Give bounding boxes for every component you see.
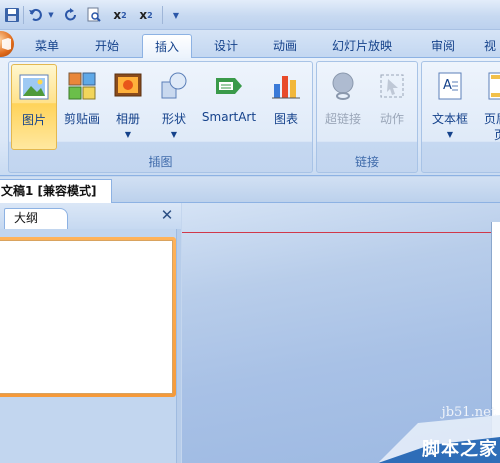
subscript-icon[interactable]: x2 xyxy=(135,6,157,24)
tab-menu[interactable]: 菜单 xyxy=(22,34,72,58)
album-label: 相册 xyxy=(115,112,140,126)
pane-header: 大纲 ✕ xyxy=(0,203,181,229)
svg-text:A: A xyxy=(443,78,452,93)
watermark-site: jb51.net xyxy=(441,405,496,420)
document-tab[interactable]: 文稿1 [兼容模式] xyxy=(0,179,112,203)
action-icon xyxy=(380,74,404,98)
header-footer-label-2: 页 xyxy=(494,126,500,143)
save-icon[interactable] xyxy=(3,6,21,24)
header-footer-label: 页眉 xyxy=(484,112,500,126)
customize-dropdown-icon[interactable]: ▼ xyxy=(170,6,182,24)
group-links: 超链接 动作 链接 xyxy=(316,61,418,173)
pane-splitter[interactable] xyxy=(176,229,181,463)
print-preview-icon[interactable] xyxy=(85,6,103,24)
album-dropdown-icon: ▼ xyxy=(124,130,132,139)
undo-dropdown-icon[interactable]: ▼ xyxy=(46,6,56,24)
textbox-icon: A xyxy=(438,72,462,100)
slide-thumbnail-frame[interactable] xyxy=(0,237,176,397)
redo-icon[interactable] xyxy=(62,6,80,24)
subscript-glyph: x xyxy=(139,8,148,22)
chart-icon xyxy=(272,76,300,99)
picture-icon xyxy=(19,74,49,100)
hyperlink-button[interactable]: 超链接 xyxy=(319,64,367,150)
tab-insert[interactable]: 插入 xyxy=(142,34,192,59)
picture-label: 图片 xyxy=(21,113,46,127)
slide-thumbnail[interactable] xyxy=(0,240,173,394)
chart-button[interactable]: 图表 xyxy=(264,64,308,150)
group-text: A 文本框 ▼ 页眉 页 xyxy=(421,61,500,173)
shapes-icon xyxy=(161,72,187,99)
tab-outline[interactable]: 大纲 xyxy=(4,208,68,229)
textbox-label: 文本框 xyxy=(431,112,468,126)
ribbon-tabs: 菜单 开始 插入 设计 动画 幻灯片放映 审阅 视 xyxy=(0,30,500,59)
ribbon: 图片 剪贴画 相册 ▼ 形状 ▼ SmartArt 图表 插图 超链接 动作 链… xyxy=(0,58,500,176)
toolbar-divider xyxy=(162,6,163,24)
chart-label: 图表 xyxy=(273,112,298,126)
quick-access-toolbar: ▼ x2 x2 ▼ xyxy=(0,0,500,30)
picture-button[interactable]: 图片 xyxy=(11,64,57,150)
toolbar-divider xyxy=(23,6,24,24)
photo-album-icon xyxy=(114,73,142,97)
hyperlink-icon xyxy=(332,72,354,100)
group-illustrations-label: 插图 xyxy=(148,155,173,169)
watermark-name: 脚本之家 xyxy=(422,439,498,460)
smartart-icon xyxy=(216,78,242,94)
shapes-button[interactable]: 形状 ▼ xyxy=(153,64,195,150)
smartart-button[interactable]: SmartArt xyxy=(197,64,261,150)
close-icon[interactable]: ✕ xyxy=(158,206,176,224)
shapes-dropdown-icon: ▼ xyxy=(170,130,178,139)
header-footer-button[interactable]: 页眉 页 xyxy=(480,64,500,150)
tab-home[interactable]: 开始 xyxy=(82,34,132,58)
shapes-label: 形状 xyxy=(161,112,186,126)
smartart-label: SmartArt xyxy=(201,110,257,124)
tab-animation[interactable]: 动画 xyxy=(260,34,310,58)
tab-view[interactable]: 视 xyxy=(484,34,500,58)
outline-pane: 大纲 ✕ xyxy=(0,203,181,463)
textbox-dropdown-icon: ▼ xyxy=(446,130,454,139)
office-button[interactable] xyxy=(0,31,14,57)
action-button[interactable]: 动作 xyxy=(369,64,415,150)
album-button[interactable]: 相册 ▼ xyxy=(107,64,149,150)
watermark: jb51.net 脚本之家 xyxy=(378,405,500,463)
clipart-icon xyxy=(68,72,96,100)
header-footer-icon xyxy=(488,72,500,100)
group-links-label: 链接 xyxy=(354,155,379,169)
action-label: 动作 xyxy=(379,112,404,126)
hyperlink-label: 超链接 xyxy=(324,112,361,126)
undo-icon[interactable] xyxy=(27,6,45,24)
superscript-glyph: x xyxy=(113,8,122,22)
superscript-icon[interactable]: x2 xyxy=(109,6,131,24)
group-illustrations: 图片 剪贴画 相册 ▼ 形状 ▼ SmartArt 图表 插图 xyxy=(8,61,313,173)
tab-slideshow[interactable]: 幻灯片放映 xyxy=(322,34,402,58)
office-logo-icon xyxy=(2,38,11,50)
tab-design[interactable]: 设计 xyxy=(201,34,251,58)
textbox-button[interactable]: A 文本框 ▼ xyxy=(424,64,476,150)
clipart-button[interactable]: 剪贴画 xyxy=(59,64,105,150)
clipart-label: 剪贴画 xyxy=(63,112,100,126)
guide-line xyxy=(182,232,500,233)
document-tab-bar: 文稿1 [兼容模式] xyxy=(0,177,500,203)
tab-review[interactable]: 审阅 xyxy=(418,34,468,58)
